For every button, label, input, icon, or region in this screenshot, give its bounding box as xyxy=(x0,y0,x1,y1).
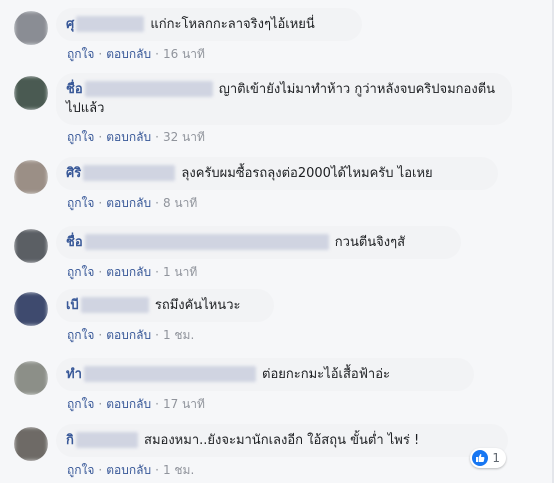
comment-feed: ศุ แก่กะโหลกกะลาจริงๆไอ้เหยนี่ ถูกใจ · ตอบ… xyxy=(0,0,554,483)
comment-timestamp[interactable]: 32 นาที xyxy=(163,130,205,144)
comment-bubble: ศุ แก่กะโหลกกะลาจริงๆไอ้เหยนี่ xyxy=(56,8,362,41)
reaction-count-badge[interactable]: 1 xyxy=(470,448,506,468)
like-link[interactable]: ถูกใจ xyxy=(67,328,94,342)
like-link[interactable]: ถูกใจ xyxy=(67,463,94,477)
like-link[interactable]: ถูกใจ xyxy=(67,196,94,210)
redacted-name xyxy=(75,431,138,448)
comment-bubble: กิ สมองหมา..ยังจะมานักเลงอีก ใอ้สถุน ขั้… xyxy=(56,424,508,457)
commenter-name[interactable]: กิ xyxy=(66,433,74,448)
comment-bubble: ชื่อ กวนตีนจิงๆสั xyxy=(56,226,461,259)
comment-text: กวนตีนจิงๆสั xyxy=(334,235,406,250)
comment-actions: ถูกใจ · ตอบกลับ · 16 นาที xyxy=(67,47,205,61)
comment-bubble: ชื่อ ญาติเข้ายังไม่มาทำห้าว กูว่าหลังจบค… xyxy=(56,73,512,125)
comment-timestamp[interactable]: 8 นาที xyxy=(163,196,197,210)
redacted-name xyxy=(80,296,149,313)
reply-link[interactable]: ตอบกลับ xyxy=(106,328,151,342)
redacted-name xyxy=(83,164,176,181)
like-link[interactable]: ถูกใจ xyxy=(67,265,94,279)
reply-link[interactable]: ตอบกลับ xyxy=(106,196,151,210)
comment-timestamp[interactable]: 1 ชม. xyxy=(163,463,194,477)
avatar[interactable] xyxy=(14,76,48,110)
redacted-name xyxy=(84,233,329,250)
like-link[interactable]: ถูกใจ xyxy=(67,130,94,144)
like-link[interactable]: ถูกใจ xyxy=(67,47,94,61)
commenter-name[interactable]: ศุ xyxy=(66,17,74,32)
reply-link[interactable]: ตอบกลับ xyxy=(106,397,151,411)
comment-timestamp[interactable]: 17 นาที xyxy=(163,397,205,411)
like-link[interactable]: ถูกใจ xyxy=(67,397,94,411)
comment-text: แก่กะโหลกกะลาจริงๆไอ้เหยนี่ xyxy=(150,17,315,32)
reply-link[interactable]: ตอบกลับ xyxy=(106,130,151,144)
comment-actions: ถูกใจ · ตอบกลับ · 1 ชม. xyxy=(67,463,195,477)
reply-link[interactable]: ตอบกลับ xyxy=(106,265,151,279)
redacted-name xyxy=(83,365,256,382)
comment-timestamp[interactable]: 16 นาที xyxy=(163,47,205,61)
comment-actions: ถูกใจ · ตอบกลับ · 1 นาที xyxy=(67,265,198,279)
commenter-name[interactable]: ชื่อ xyxy=(66,82,83,97)
comment-text: สมองหมา..ยังจะมานักเลงอีก ใอ้สถุน ขั้นต่… xyxy=(144,433,420,448)
comment-actions: ถูกใจ · ตอบกลับ · 32 นาที xyxy=(67,130,205,144)
avatar[interactable] xyxy=(14,229,48,263)
comment-bubble: ทำ ต่อยกะกมะไอ้เสื้อฟ้าอ่ะ xyxy=(56,358,474,391)
comment-bubble: ศิริ ลุงครับผมซื้อรถลุงต่อ2000ได้ไหมครับ… xyxy=(56,157,498,190)
thumbs-up-icon xyxy=(472,450,489,466)
avatar[interactable] xyxy=(14,11,48,45)
comment-timestamp[interactable]: 1 ชม. xyxy=(163,328,194,342)
commenter-name[interactable]: เบี xyxy=(66,298,79,313)
comment-actions: ถูกใจ · ตอบกลับ · 8 นาที xyxy=(67,196,198,210)
avatar[interactable] xyxy=(14,361,48,395)
commenter-name[interactable]: ชื่อ xyxy=(66,235,83,250)
comment-timestamp[interactable]: 1 นาที xyxy=(163,265,197,279)
reaction-count: 1 xyxy=(492,451,500,465)
comment-text: ต่อยกะกมะไอ้เสื้อฟ้าอ่ะ xyxy=(262,367,390,382)
comment-actions: ถูกใจ · ตอบกลับ · 17 นาที xyxy=(67,397,205,411)
commenter-name[interactable]: ทำ xyxy=(66,367,82,382)
avatar[interactable] xyxy=(14,160,48,194)
redacted-name xyxy=(84,80,213,97)
commenter-name[interactable]: ศิริ xyxy=(66,166,81,181)
avatar[interactable] xyxy=(14,427,48,461)
reply-link[interactable]: ตอบกลับ xyxy=(106,47,151,61)
avatar[interactable] xyxy=(14,292,48,326)
reply-link[interactable]: ตอบกลับ xyxy=(106,463,151,477)
comment-bubble: เบี รถมึงคันไหนวะ xyxy=(56,289,274,322)
comment-text: รถมึงคันไหนวะ xyxy=(154,298,241,313)
comment-actions: ถูกใจ · ตอบกลับ · 1 ชม. xyxy=(67,328,195,342)
comment-text: ลุงครับผมซื้อรถลุงต่อ2000ได้ไหมครับ ไอเห… xyxy=(181,166,433,181)
redacted-name xyxy=(76,15,145,32)
